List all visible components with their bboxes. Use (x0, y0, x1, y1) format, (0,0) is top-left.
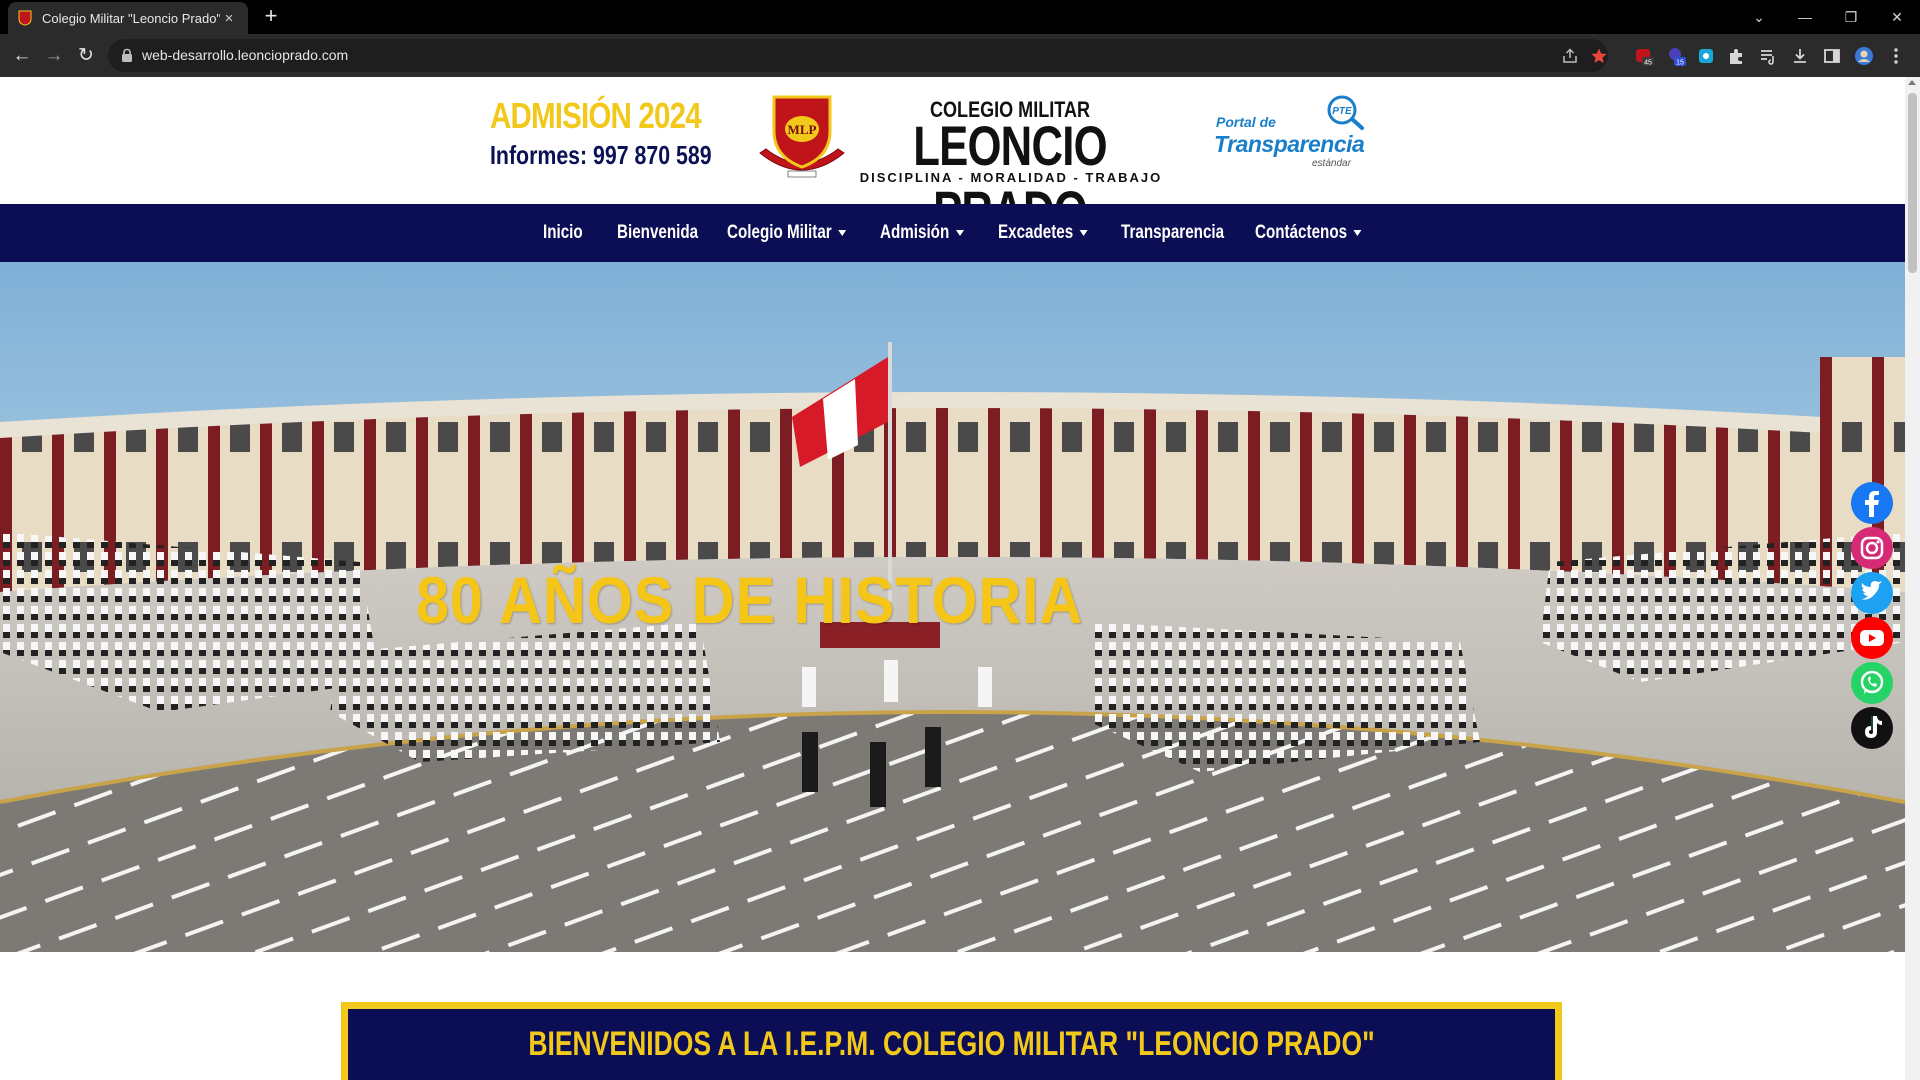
scroll-up-arrow-icon[interactable] (1908, 80, 1916, 85)
restore-button[interactable]: ❐ (1836, 4, 1866, 30)
school-crest-favicon-icon (18, 10, 32, 26)
scrollbar-thumb[interactable] (1908, 93, 1917, 273)
welcome-title: BIENVENIDOS A LA I.E.P.M. COLEGIO MILITA… (528, 1025, 1375, 1063)
caret-down-icon (838, 229, 847, 236)
tab-search-chevron-icon[interactable]: ⌄ (1744, 4, 1774, 30)
nav-item-label: Bienvenida (617, 222, 699, 243)
tiktok-icon (1851, 707, 1893, 749)
welcome-banner: BIENVENIDOS A LA I.E.P.M. COLEGIO MILITA… (341, 1002, 1562, 1080)
tab-title: Colegio Militar "Leoncio Prado" (42, 10, 220, 26)
tiktok-link[interactable] (1850, 706, 1894, 750)
facebook-link[interactable] (1850, 481, 1894, 525)
extension-cyan-icon[interactable] (1696, 46, 1716, 66)
extension-badge-count: 15 (1676, 60, 1684, 67)
nav-item-label: Colegio Militar (727, 222, 832, 243)
browser-toolbar: ← → ↻ web-desarrollo.leoncioprado.com 45… (0, 34, 1920, 77)
pte-magnifier-icon: PTE (1327, 95, 1364, 130)
pte-line1: Portal de (1216, 114, 1276, 130)
pte-line3: estándar (1312, 158, 1351, 169)
lock-icon (122, 48, 132, 62)
crest-initials: MLP (788, 122, 817, 137)
nav-item-transparencia[interactable]: Transparencia (1121, 204, 1224, 262)
profile-avatar-icon[interactable] (1854, 46, 1874, 66)
site-header: ADMISIÓN 2024 Informes: 997 870 589 MLP … (0, 77, 1905, 242)
nav-item-colegio-militar[interactable]: Colegio Militar (727, 204, 847, 262)
pte-line2: Transparencia (1214, 131, 1365, 157)
tab-close-icon[interactable]: × (220, 10, 238, 27)
whatsapp-link[interactable] (1850, 661, 1894, 705)
nav-item-excadetes[interactable]: Excadetes (998, 204, 1088, 262)
side-panel-icon[interactable] (1822, 46, 1842, 66)
extension-badge-count: 45 (1644, 60, 1652, 67)
nav-item-inicio[interactable]: Inicio (543, 204, 583, 262)
facebook-icon (1851, 482, 1893, 524)
caret-down-icon (955, 229, 964, 236)
whatsapp-icon (1851, 662, 1893, 704)
informes-phone: Informes: 997 870 589 (490, 140, 712, 170)
reload-button[interactable]: ↻ (72, 42, 100, 70)
nav-item-label: Contáctenos (1255, 222, 1348, 243)
school-crest-logo[interactable]: MLP (752, 91, 852, 181)
back-button[interactable]: ← (8, 42, 36, 70)
twitter-link[interactable] (1850, 571, 1894, 615)
download-icon[interactable] (1790, 46, 1810, 66)
nav-item-admision[interactable]: Admisión (880, 204, 964, 262)
extension-purple-icon[interactable]: 15 (1666, 46, 1686, 66)
url-text: web-desarrollo.leoncioprado.com (142, 47, 349, 63)
nav-item-contactenos[interactable]: Contáctenos (1255, 204, 1362, 262)
page-scrollbar[interactable] (1905, 77, 1920, 1080)
nav-item-bienvenida[interactable]: Bienvenida (617, 204, 698, 262)
web-page: ADMISIÓN 2024 Informes: 997 870 589 MLP … (0, 77, 1905, 1080)
instagram-icon (1851, 527, 1893, 569)
twitter-icon (1851, 572, 1893, 614)
nav-item-label: Admisión (880, 222, 950, 243)
forward-button[interactable]: → (40, 42, 68, 70)
instagram-link[interactable] (1850, 526, 1894, 570)
main-navbar: Inicio Bienvenida Colegio Militar Admisi… (0, 204, 1905, 262)
browser-tab[interactable]: Colegio Militar "Leoncio Prado" × (8, 2, 248, 34)
extensions-puzzle-icon[interactable] (1726, 46, 1746, 66)
portal-transparencia-logo[interactable]: PTE Portal de Transparencia estándar (1212, 95, 1368, 175)
address-bar[interactable]: web-desarrollo.leoncioprado.com (108, 39, 1608, 72)
youtube-link[interactable] (1850, 616, 1894, 660)
new-tab-button[interactable]: + (258, 4, 284, 30)
extension-red-icon[interactable]: 45 (1634, 46, 1654, 66)
bookmark-star-icon[interactable] (1590, 47, 1608, 65)
admision-link[interactable]: ADMISIÓN 2024 (490, 95, 702, 137)
browser-tab-strip: Colegio Militar "Leoncio Prado" × + ⌄ — … (0, 0, 1920, 34)
browser-menu-icon[interactable] (1886, 46, 1906, 66)
hero-title: 80 AÑOS DE HISTORIA (416, 563, 1084, 637)
caret-down-icon (1353, 229, 1362, 236)
nav-item-label: Excadetes (998, 222, 1074, 243)
brand-motto: DISCIPLINA - MORALIDAD - TRABAJO (859, 170, 1163, 185)
nav-item-label: Transparencia (1121, 222, 1225, 243)
minimize-button[interactable]: — (1790, 4, 1820, 30)
youtube-icon (1851, 617, 1893, 659)
close-window-button[interactable]: ✕ (1882, 4, 1912, 30)
share-icon[interactable] (1561, 47, 1579, 65)
hero-banner: 80 AÑOS DE HISTORIA (0, 262, 1905, 952)
pte-badge-text: PTE (1332, 106, 1352, 117)
caret-down-icon (1079, 229, 1088, 236)
media-queue-icon[interactable] (1758, 46, 1778, 66)
nav-item-label: Inicio (543, 222, 583, 243)
